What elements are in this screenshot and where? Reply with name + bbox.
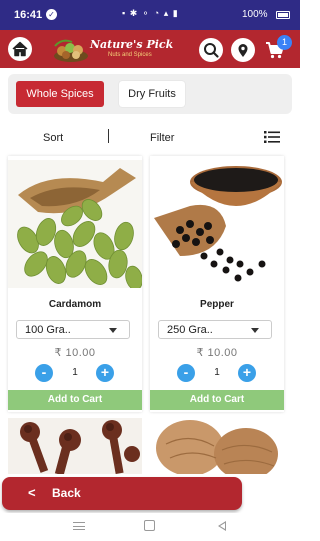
weight-select[interactable]: 100 Gra.. bbox=[16, 320, 130, 339]
cart-count-badge: 1 bbox=[277, 35, 292, 50]
back-button[interactable]: < Back bbox=[2, 477, 242, 510]
battery-icon bbox=[276, 11, 290, 19]
weight-select-value: 100 Gra.. bbox=[25, 324, 71, 336]
home-icon bbox=[12, 41, 28, 57]
category-tabs: Whole Spices Dry Fruits bbox=[8, 74, 292, 114]
product-price: ₹ 10.00 bbox=[196, 347, 238, 359]
sort-filter-bar: Sort Filter bbox=[0, 126, 300, 148]
product-name: Pepper bbox=[200, 299, 234, 310]
decrease-quantity-button[interactable]: - bbox=[35, 364, 53, 382]
product-price: ₹ 10.00 bbox=[54, 347, 96, 359]
nav-back-icon[interactable] bbox=[218, 521, 226, 531]
product-card: Cardamom 100 Gra.. ₹ 10.00 - 1 + Add to … bbox=[8, 156, 142, 412]
product-card-partial[interactable] bbox=[150, 418, 284, 474]
add-to-cart-button[interactable]: Add to Cart bbox=[150, 390, 284, 410]
notification-icon: ✓ bbox=[46, 9, 57, 20]
chevron-down-icon bbox=[109, 328, 117, 333]
status-time: 16:41 bbox=[14, 9, 43, 21]
quantity-value: 1 bbox=[72, 367, 78, 378]
product-card: Pepper 250 Gra.. ₹ 10.00 - 1 + Add to Ca… bbox=[150, 156, 284, 412]
nav-home-icon[interactable] bbox=[144, 520, 155, 531]
recent-apps-icon[interactable] bbox=[73, 522, 85, 530]
add-to-cart-button[interactable]: Add to Cart bbox=[8, 390, 142, 410]
product-card-partial[interactable] bbox=[8, 418, 142, 474]
system-status-icons: ▪ ✱ ⚬ ◔ ▴ ▮ bbox=[122, 8, 179, 18]
increase-quantity-button[interactable]: + bbox=[96, 364, 114, 382]
brand-tagline: Nuts and Spices bbox=[108, 52, 152, 58]
back-arrow-icon: < bbox=[28, 485, 36, 500]
chevron-down-icon bbox=[251, 328, 259, 333]
search-icon bbox=[204, 43, 219, 58]
search-button[interactable] bbox=[199, 38, 223, 62]
status-bar: 16:41 ✓ ▪ ✱ ⚬ ◔ ▴ ▮ 100% bbox=[0, 0, 300, 30]
decrease-quantity-button[interactable]: - bbox=[177, 364, 195, 382]
weight-select[interactable]: 250 Gra.. bbox=[158, 320, 272, 339]
brand-name: Nature's Pick bbox=[90, 38, 174, 51]
pepper-image bbox=[150, 160, 284, 288]
location-button[interactable] bbox=[231, 38, 255, 62]
back-label: Back bbox=[52, 486, 81, 500]
cloves-image bbox=[8, 418, 142, 474]
quantity-value: 1 bbox=[214, 367, 220, 378]
filter-button[interactable]: Filter bbox=[150, 132, 174, 144]
home-button[interactable] bbox=[8, 37, 32, 61]
cardamom-image bbox=[8, 160, 142, 288]
system-nav-bar bbox=[0, 513, 300, 541]
logo-nuts-icon bbox=[54, 39, 88, 62]
toolbar-divider bbox=[108, 129, 109, 143]
sort-button[interactable]: Sort bbox=[43, 132, 63, 144]
list-view-icon[interactable] bbox=[264, 131, 280, 143]
battery-percentage: 100% bbox=[242, 9, 268, 20]
increase-quantity-button[interactable]: + bbox=[238, 364, 256, 382]
tab-whole-spices[interactable]: Whole Spices bbox=[16, 81, 104, 107]
weight-select-value: 250 Gra.. bbox=[167, 324, 213, 336]
brand-logo: Nature's Pick Nuts and Spices bbox=[52, 36, 174, 64]
app-bar: Nature's Pick Nuts and Spices bbox=[0, 30, 300, 68]
tab-dry-fruits[interactable]: Dry Fruits bbox=[119, 81, 185, 107]
location-pin-icon bbox=[238, 44, 248, 57]
product-name: Cardamom bbox=[48, 299, 102, 310]
nutmeg-image bbox=[150, 418, 284, 474]
